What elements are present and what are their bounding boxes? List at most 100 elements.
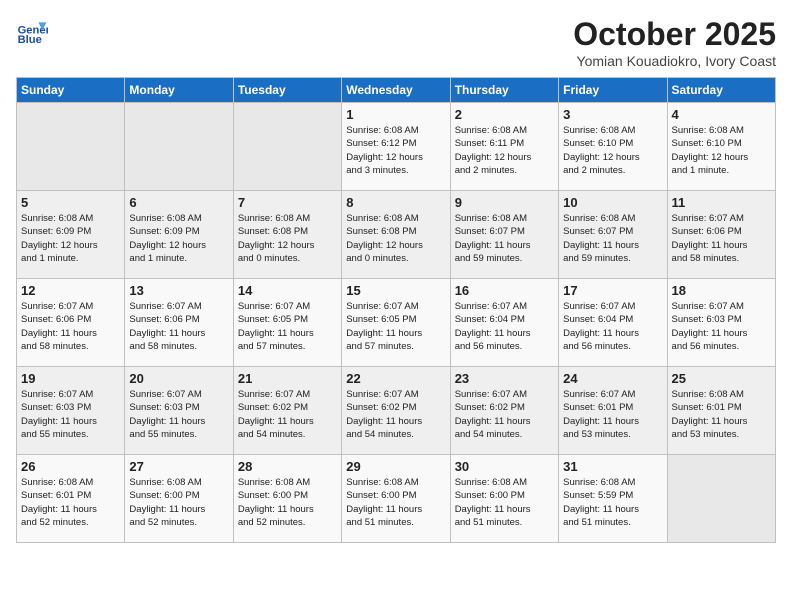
day-number: 16 bbox=[455, 283, 554, 298]
day-info: Sunrise: 6:08 AM Sunset: 6:01 PM Dayligh… bbox=[672, 388, 771, 441]
weekday-header-row: SundayMondayTuesdayWednesdayThursdayFrid… bbox=[17, 78, 776, 103]
day-info: Sunrise: 6:08 AM Sunset: 6:07 PM Dayligh… bbox=[455, 212, 554, 265]
title-area: October 2025 Yomian Kouadiokro, Ivory Co… bbox=[573, 16, 776, 69]
page-header: General Blue October 2025 Yomian Kouadio… bbox=[16, 16, 776, 69]
weekday-label: Thursday bbox=[450, 78, 558, 103]
calendar-day-cell: 24Sunrise: 6:07 AM Sunset: 6:01 PM Dayli… bbox=[559, 367, 667, 455]
calendar-week-row: 12 Sunrise: 6:07 AM Sunset: 6:06 PM Dayli… bbox=[17, 279, 776, 367]
weekday-label: Sunday bbox=[17, 78, 125, 103]
day-info: Sunrise: 6:07 AM Sunset: 6:03 PM Dayligh… bbox=[129, 388, 228, 441]
weekday-label: Monday bbox=[125, 78, 233, 103]
calendar-day-cell bbox=[125, 103, 233, 191]
day-number: 14 bbox=[238, 283, 337, 298]
day-info: Sunrise: 6:07 AM Sunset: 6:04 PM Dayligh… bbox=[563, 300, 662, 353]
calendar-day-cell: 2 Sunrise: 6:08 AM Sunset: 6:11 PM Daylig… bbox=[450, 103, 558, 191]
day-number: 6 bbox=[129, 195, 228, 210]
calendar-day-cell: 20 Sunrise: 6:07 AM Sunset: 6:03 PM Dayli… bbox=[125, 367, 233, 455]
day-number: 15 bbox=[346, 283, 445, 298]
calendar-day-cell: 6 Sunrise: 6:08 AM Sunset: 6:09 PM Daylig… bbox=[125, 191, 233, 279]
calendar-day-cell: 1 Sunrise: 6:08 AM Sunset: 6:12 PM Daylig… bbox=[342, 103, 450, 191]
day-info: Sunrise: 6:08 AM Sunset: 6:00 PM Dayligh… bbox=[455, 476, 554, 529]
day-number: 19 bbox=[21, 371, 120, 386]
calendar-day-cell: 31Sunrise: 6:08 AM Sunset: 5:59 PM Dayli… bbox=[559, 455, 667, 543]
day-number: 20 bbox=[129, 371, 228, 386]
calendar-day-cell: 19 Sunrise: 6:07 AM Sunset: 6:03 PM Dayli… bbox=[17, 367, 125, 455]
day-number: 21 bbox=[238, 371, 337, 386]
calendar-day-cell: 14 Sunrise: 6:07 AM Sunset: 6:05 PM Dayli… bbox=[233, 279, 341, 367]
calendar-day-cell: 16 Sunrise: 6:07 AM Sunset: 6:04 PM Dayli… bbox=[450, 279, 558, 367]
calendar-day-cell bbox=[667, 455, 775, 543]
day-number: 2 bbox=[455, 107, 554, 122]
day-info: Sunrise: 6:07 AM Sunset: 6:02 PM Dayligh… bbox=[455, 388, 554, 441]
calendar-day-cell: 29 Sunrise: 6:08 AM Sunset: 6:00 PM Dayli… bbox=[342, 455, 450, 543]
calendar-day-cell: 21Sunrise: 6:07 AM Sunset: 6:02 PM Dayli… bbox=[233, 367, 341, 455]
weekday-label: Wednesday bbox=[342, 78, 450, 103]
day-info: Sunrise: 6:07 AM Sunset: 6:06 PM Dayligh… bbox=[129, 300, 228, 353]
svg-text:Blue: Blue bbox=[18, 34, 42, 46]
calendar-day-cell bbox=[233, 103, 341, 191]
calendar-day-cell: 11 Sunrise: 6:07 AM Sunset: 6:06 PM Dayli… bbox=[667, 191, 775, 279]
weekday-label: Friday bbox=[559, 78, 667, 103]
calendar-day-cell: 22 Sunrise: 6:07 AM Sunset: 6:02 PM Dayli… bbox=[342, 367, 450, 455]
day-info: Sunrise: 6:08 AM Sunset: 6:00 PM Dayligh… bbox=[346, 476, 445, 529]
calendar-day-cell: 26Sunrise: 6:08 AM Sunset: 6:01 PM Dayli… bbox=[17, 455, 125, 543]
day-number: 10 bbox=[563, 195, 662, 210]
day-number: 31 bbox=[563, 459, 662, 474]
calendar-day-cell: 7 Sunrise: 6:08 AM Sunset: 6:08 PM Daylig… bbox=[233, 191, 341, 279]
day-info: Sunrise: 6:08 AM Sunset: 6:12 PM Dayligh… bbox=[346, 124, 445, 177]
day-number: 18 bbox=[672, 283, 771, 298]
calendar-day-cell: 28Sunrise: 6:08 AM Sunset: 6:00 PM Dayli… bbox=[233, 455, 341, 543]
day-number: 1 bbox=[346, 107, 445, 122]
day-number: 9 bbox=[455, 195, 554, 210]
day-info: Sunrise: 6:08 AM Sunset: 6:07 PM Dayligh… bbox=[563, 212, 662, 265]
day-number: 25 bbox=[672, 371, 771, 386]
day-info: Sunrise: 6:08 AM Sunset: 6:09 PM Dayligh… bbox=[129, 212, 228, 265]
day-number: 22 bbox=[346, 371, 445, 386]
day-info: Sunrise: 6:08 AM Sunset: 6:09 PM Dayligh… bbox=[21, 212, 120, 265]
calendar-day-cell: 15 Sunrise: 6:07 AM Sunset: 6:05 PM Dayli… bbox=[342, 279, 450, 367]
day-info: Sunrise: 6:07 AM Sunset: 6:01 PM Dayligh… bbox=[563, 388, 662, 441]
day-number: 7 bbox=[238, 195, 337, 210]
calendar-day-cell: 5 Sunrise: 6:08 AM Sunset: 6:09 PM Daylig… bbox=[17, 191, 125, 279]
calendar-day-cell: 27Sunrise: 6:08 AM Sunset: 6:00 PM Dayli… bbox=[125, 455, 233, 543]
calendar-body: 1 Sunrise: 6:08 AM Sunset: 6:12 PM Daylig… bbox=[17, 103, 776, 543]
day-info: Sunrise: 6:07 AM Sunset: 6:05 PM Dayligh… bbox=[238, 300, 337, 353]
location-title: Yomian Kouadiokro, Ivory Coast bbox=[573, 53, 776, 69]
calendar-day-cell: 13Sunrise: 6:07 AM Sunset: 6:06 PM Dayli… bbox=[125, 279, 233, 367]
logo: General Blue bbox=[16, 16, 48, 48]
weekday-label: Saturday bbox=[667, 78, 775, 103]
month-title: October 2025 bbox=[573, 16, 776, 53]
calendar-day-cell: 23Sunrise: 6:07 AM Sunset: 6:02 PM Dayli… bbox=[450, 367, 558, 455]
day-info: Sunrise: 6:08 AM Sunset: 6:08 PM Dayligh… bbox=[238, 212, 337, 265]
calendar-week-row: 1 Sunrise: 6:08 AM Sunset: 6:12 PM Daylig… bbox=[17, 103, 776, 191]
day-number: 11 bbox=[672, 195, 771, 210]
day-info: Sunrise: 6:07 AM Sunset: 6:02 PM Dayligh… bbox=[346, 388, 445, 441]
day-number: 27 bbox=[129, 459, 228, 474]
day-info: Sunrise: 6:07 AM Sunset: 6:06 PM Dayligh… bbox=[672, 212, 771, 265]
calendar-table: SundayMondayTuesdayWednesdayThursdayFrid… bbox=[16, 77, 776, 543]
day-number: 29 bbox=[346, 459, 445, 474]
day-number: 4 bbox=[672, 107, 771, 122]
calendar-day-cell bbox=[17, 103, 125, 191]
calendar-week-row: 19 Sunrise: 6:07 AM Sunset: 6:03 PM Dayli… bbox=[17, 367, 776, 455]
day-number: 3 bbox=[563, 107, 662, 122]
calendar-week-row: 5 Sunrise: 6:08 AM Sunset: 6:09 PM Daylig… bbox=[17, 191, 776, 279]
calendar-day-cell: 10 Sunrise: 6:08 AM Sunset: 6:07 PM Dayli… bbox=[559, 191, 667, 279]
day-info: Sunrise: 6:08 AM Sunset: 6:10 PM Dayligh… bbox=[563, 124, 662, 177]
calendar-day-cell: 12Sunrise: 6:07 AM Sunset: 6:06 PM Dayli… bbox=[17, 279, 125, 367]
day-number: 5 bbox=[21, 195, 120, 210]
calendar-day-cell: 9 Sunrise: 6:08 AM Sunset: 6:07 PM Daylig… bbox=[450, 191, 558, 279]
day-info: Sunrise: 6:07 AM Sunset: 6:05 PM Dayligh… bbox=[346, 300, 445, 353]
day-number: 12 bbox=[21, 283, 120, 298]
weekday-label: Tuesday bbox=[233, 78, 341, 103]
day-info: Sunrise: 6:08 AM Sunset: 6:10 PM Dayligh… bbox=[672, 124, 771, 177]
calendar-day-cell: 25 Sunrise: 6:08 AM Sunset: 6:01 PM Dayli… bbox=[667, 367, 775, 455]
calendar-day-cell: 8Sunrise: 6:08 AM Sunset: 6:08 PM Daylig… bbox=[342, 191, 450, 279]
day-info: Sunrise: 6:08 AM Sunset: 6:11 PM Dayligh… bbox=[455, 124, 554, 177]
day-info: Sunrise: 6:07 AM Sunset: 6:04 PM Dayligh… bbox=[455, 300, 554, 353]
calendar-week-row: 26Sunrise: 6:08 AM Sunset: 6:01 PM Dayli… bbox=[17, 455, 776, 543]
day-info: Sunrise: 6:07 AM Sunset: 6:03 PM Dayligh… bbox=[672, 300, 771, 353]
logo-icon: General Blue bbox=[16, 16, 48, 48]
day-info: Sunrise: 6:07 AM Sunset: 6:03 PM Dayligh… bbox=[21, 388, 120, 441]
calendar-day-cell: 3 Sunrise: 6:08 AM Sunset: 6:10 PM Daylig… bbox=[559, 103, 667, 191]
